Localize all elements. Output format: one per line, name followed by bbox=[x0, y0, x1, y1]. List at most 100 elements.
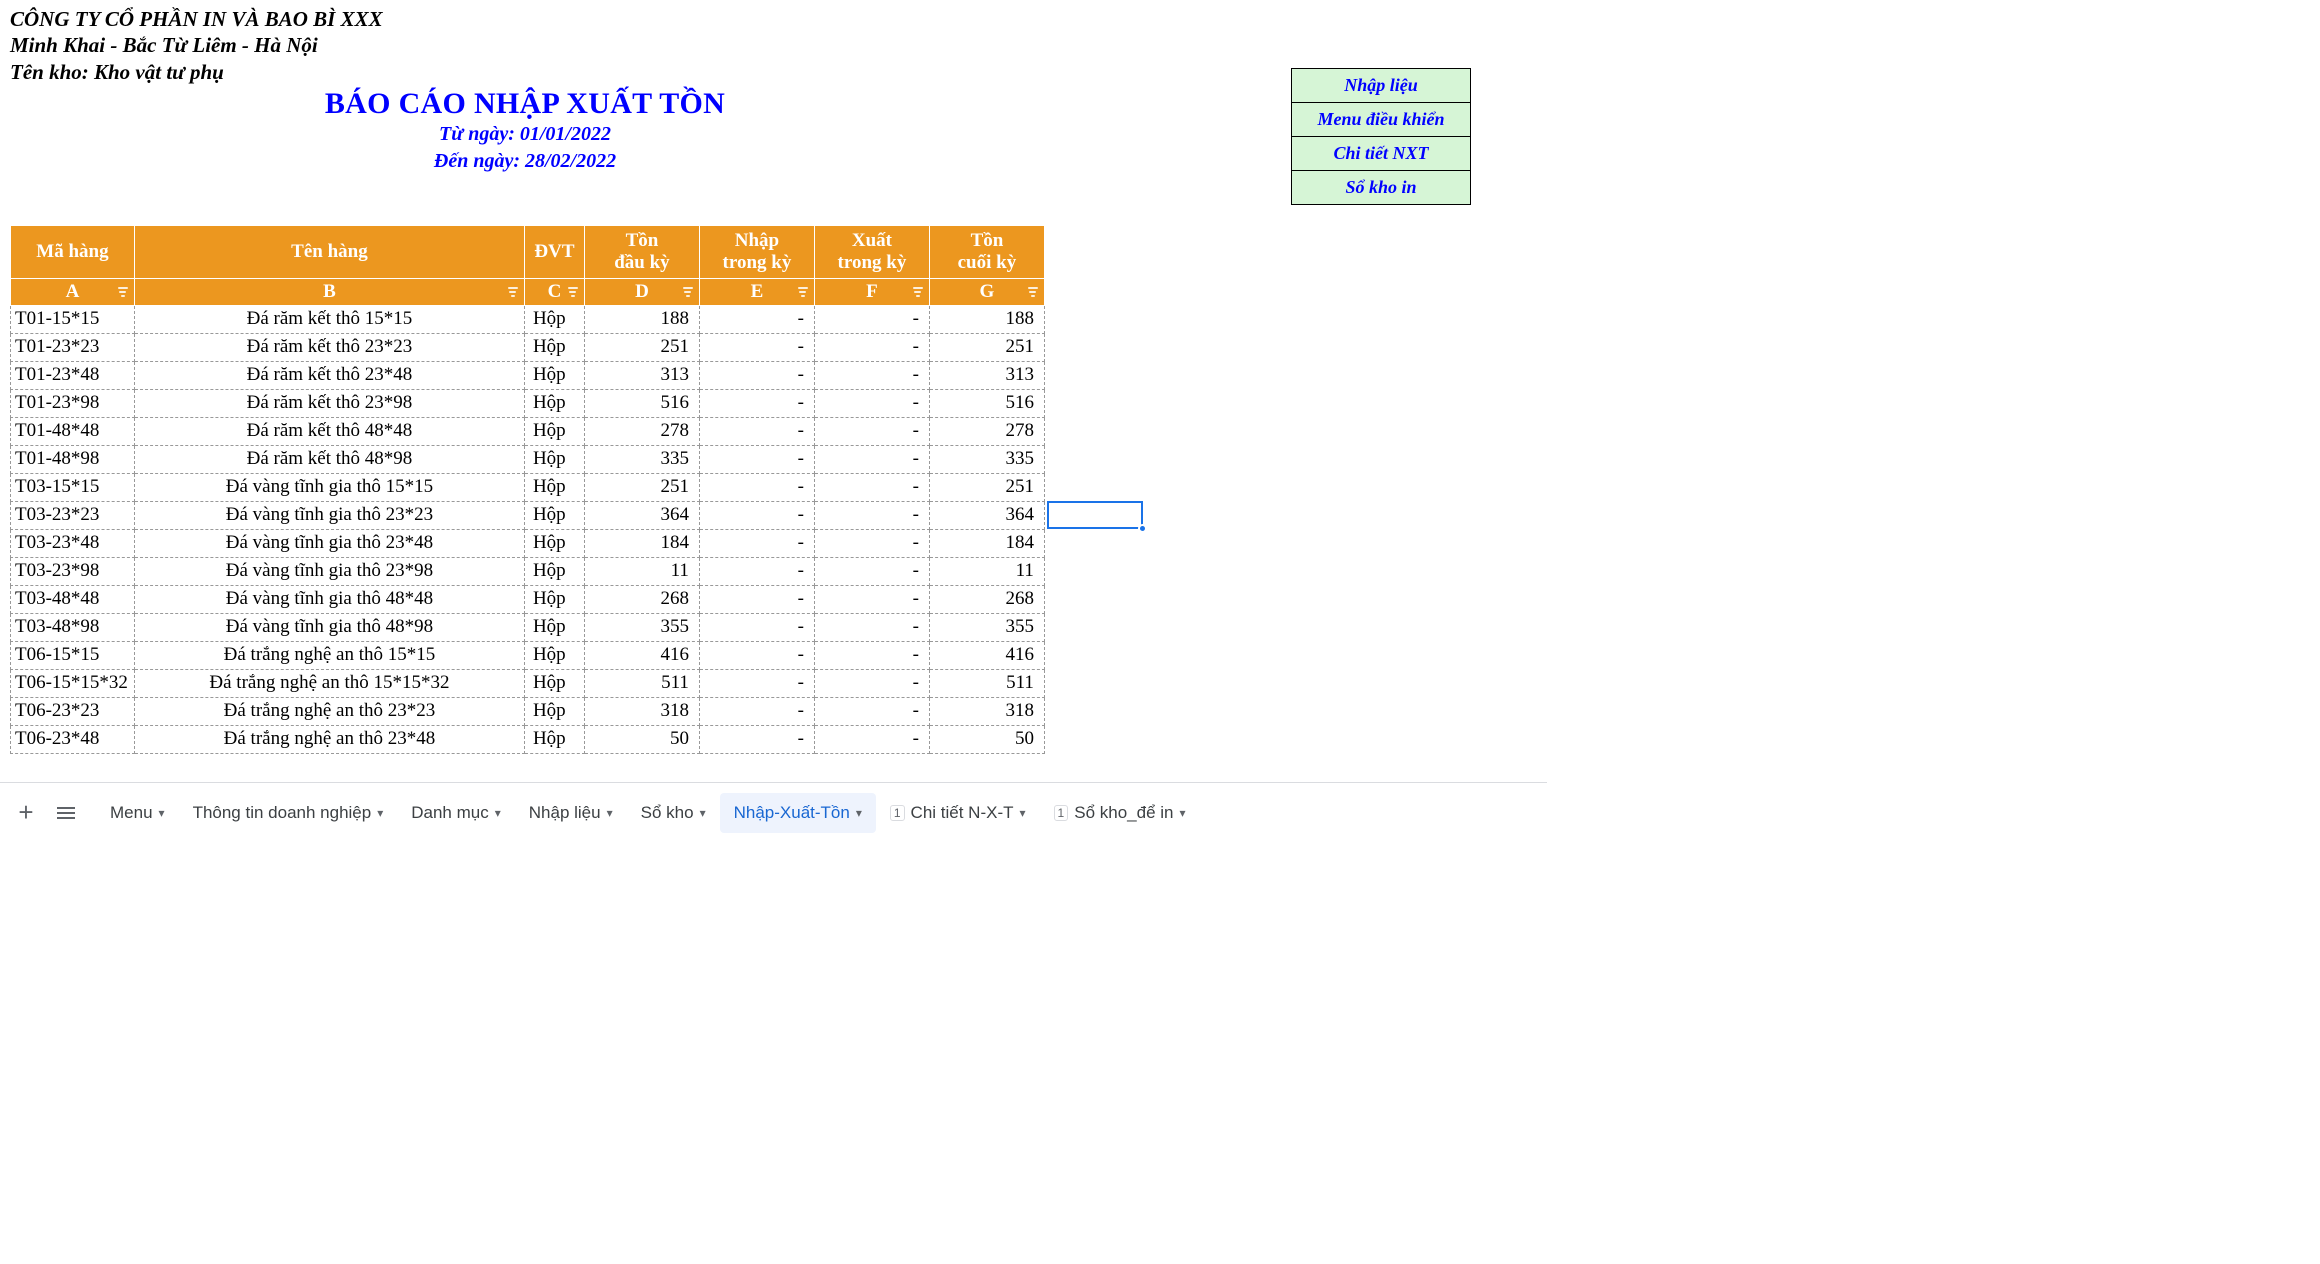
cell-close[interactable]: 318 bbox=[929, 697, 1044, 725]
cell-name[interactable]: Đá răm kết thô 23*23 bbox=[134, 333, 524, 361]
cell-name[interactable]: Đá vàng tĩnh gia thô 23*23 bbox=[134, 501, 524, 529]
filter-icon[interactable] bbox=[568, 287, 578, 297]
cell-name[interactable]: Đá trắng nghệ an thô 23*48 bbox=[134, 725, 524, 753]
table-row[interactable]: T03-48*48Đá vàng tĩnh gia thô 48*48Hộp 26… bbox=[11, 585, 1045, 613]
cell-close[interactable]: 364 bbox=[929, 501, 1044, 529]
cell-code[interactable]: T06-15*15*32 bbox=[11, 669, 135, 697]
cell-close[interactable]: 11 bbox=[929, 557, 1044, 585]
col-header-out[interactable]: Xuất trong kỳ bbox=[814, 226, 929, 279]
cell-out[interactable]: - bbox=[814, 585, 929, 613]
cell-name[interactable]: Đá răm kết thô 48*98 bbox=[134, 445, 524, 473]
sheet-tab[interactable]: Danh mục▾ bbox=[397, 793, 515, 833]
cell-code[interactable]: T01-23*48 bbox=[11, 361, 135, 389]
col-letter-a[interactable]: A bbox=[11, 278, 135, 305]
cell-unit[interactable]: Hộp bbox=[524, 697, 584, 725]
cell-in[interactable]: - bbox=[699, 417, 814, 445]
cell-unit[interactable]: Hộp bbox=[524, 613, 584, 641]
col-letter-e[interactable]: E bbox=[699, 278, 814, 305]
table-row[interactable]: T06-23*23Đá trắng nghệ an thô 23*23Hộp31… bbox=[11, 697, 1045, 725]
cell-code[interactable]: T01-48*98 bbox=[11, 445, 135, 473]
cell-open[interactable]: 313 bbox=[584, 361, 699, 389]
cell-unit[interactable]: Hộp bbox=[524, 669, 584, 697]
caret-down-icon[interactable]: ▾ bbox=[700, 806, 706, 820]
cell-open[interactable]: 318 bbox=[584, 697, 699, 725]
cell-out[interactable]: - bbox=[814, 333, 929, 361]
cell-out[interactable]: - bbox=[814, 529, 929, 557]
cell-in[interactable]: - bbox=[699, 333, 814, 361]
cell-out[interactable]: - bbox=[814, 389, 929, 417]
cell-out[interactable]: - bbox=[814, 445, 929, 473]
table-row[interactable]: T01-15*15Đá răm kết thô 15*15Hộp188--188 bbox=[11, 305, 1045, 333]
cell-code[interactable]: T01-15*15 bbox=[11, 305, 135, 333]
cell-name[interactable]: Đá vàng tĩnh gia thô 15*15 bbox=[134, 473, 524, 501]
all-sheets-button[interactable] bbox=[46, 793, 86, 833]
cell-name[interactable]: Đá trắng nghệ an thô 15*15 bbox=[134, 641, 524, 669]
cell-in[interactable]: - bbox=[699, 725, 814, 753]
cell-out[interactable]: - bbox=[814, 669, 929, 697]
cell-unit[interactable]: Hộp bbox=[524, 557, 584, 585]
cell-open[interactable]: 251 bbox=[584, 333, 699, 361]
table-row[interactable]: T01-48*48Đá răm kết thô 48*48Hộp278--278 bbox=[11, 417, 1045, 445]
cell-in[interactable]: - bbox=[699, 361, 814, 389]
table-row[interactable]: T06-15*15*32Đá trắng nghệ an thô 15*15*3… bbox=[11, 669, 1045, 697]
cell-close[interactable]: 278 bbox=[929, 417, 1044, 445]
col-letter-f[interactable]: F bbox=[814, 278, 929, 305]
cell-code[interactable]: T06-23*23 bbox=[11, 697, 135, 725]
cell-name[interactable]: Đá vàng tĩnh gia thô 23*98 bbox=[134, 557, 524, 585]
caret-down-icon[interactable]: ▾ bbox=[1179, 806, 1185, 820]
col-letter-c[interactable]: C bbox=[524, 278, 584, 305]
cell-name[interactable]: Đá răm kết thô 23*48 bbox=[134, 361, 524, 389]
cell-open[interactable]: 416 bbox=[584, 641, 699, 669]
cell-open[interactable]: 188 bbox=[584, 305, 699, 333]
table-row[interactable]: T03-23*48Đá vàng tĩnh gia thô 23*48Hộp 18… bbox=[11, 529, 1045, 557]
cell-close[interactable]: 355 bbox=[929, 613, 1044, 641]
cell-code[interactable]: T03-48*48 bbox=[11, 585, 135, 613]
cell-close[interactable]: 184 bbox=[929, 529, 1044, 557]
cell-name[interactable]: Đá vàng tĩnh gia thô 48*48 bbox=[134, 585, 524, 613]
cell-name[interactable]: Đá vàng tĩnh gia thô 23*48 bbox=[134, 529, 524, 557]
sheet-tab[interactable]: Nhập-Xuất-Tồn▾ bbox=[720, 793, 876, 833]
cell-open[interactable]: 355 bbox=[584, 613, 699, 641]
cell-in[interactable]: - bbox=[699, 305, 814, 333]
filter-icon[interactable] bbox=[798, 287, 808, 297]
cell-out[interactable]: - bbox=[814, 417, 929, 445]
cell-unit[interactable]: Hộp bbox=[524, 333, 584, 361]
cell-unit[interactable]: Hộp bbox=[524, 725, 584, 753]
cell-in[interactable]: - bbox=[699, 557, 814, 585]
cell-in[interactable]: - bbox=[699, 501, 814, 529]
sheet-tab[interactable]: 1Chi tiết N-X-T▾ bbox=[876, 793, 1040, 833]
cell-unit[interactable]: Hộp bbox=[524, 361, 584, 389]
table-row[interactable]: T06-15*15Đá trắng nghệ an thô 15*15Hộp41… bbox=[11, 641, 1045, 669]
cell-name[interactable]: Đá răm kết thô 48*48 bbox=[134, 417, 524, 445]
sheet-tab[interactable]: 1Sổ kho_để in▾ bbox=[1040, 793, 1200, 833]
cell-close[interactable]: 50 bbox=[929, 725, 1044, 753]
cell-unit[interactable]: Hộp bbox=[524, 585, 584, 613]
caret-down-icon[interactable]: ▾ bbox=[159, 806, 165, 820]
cell-code[interactable]: T03-23*48 bbox=[11, 529, 135, 557]
sheet-tab[interactable]: Nhập liệu▾ bbox=[515, 793, 627, 833]
cell-close[interactable]: 268 bbox=[929, 585, 1044, 613]
cell-out[interactable]: - bbox=[814, 697, 929, 725]
cell-code[interactable]: T03-48*98 bbox=[11, 613, 135, 641]
table-row[interactable]: T01-48*98Đá răm kết thô 48*98Hộp335--335 bbox=[11, 445, 1045, 473]
cell-out[interactable]: - bbox=[814, 725, 929, 753]
col-letter-b[interactable]: B bbox=[134, 278, 524, 305]
cell-code[interactable]: T01-48*48 bbox=[11, 417, 135, 445]
cell-close[interactable]: 313 bbox=[929, 361, 1044, 389]
cell-close[interactable]: 251 bbox=[929, 473, 1044, 501]
filter-icon[interactable] bbox=[1028, 287, 1038, 297]
cell-in[interactable]: - bbox=[699, 585, 814, 613]
filter-icon[interactable] bbox=[683, 287, 693, 297]
cell-open[interactable]: 335 bbox=[584, 445, 699, 473]
sheet-tab[interactable]: Sổ kho▾ bbox=[627, 793, 720, 833]
cell-open[interactable]: 516 bbox=[584, 389, 699, 417]
cell-code[interactable]: T01-23*23 bbox=[11, 333, 135, 361]
col-letter-d[interactable]: D bbox=[584, 278, 699, 305]
table-row[interactable]: T01-23*98Đá răm kết thô 23*98Hộp516--516 bbox=[11, 389, 1045, 417]
filter-icon[interactable] bbox=[508, 287, 518, 297]
cell-unit[interactable]: Hộp bbox=[524, 473, 584, 501]
cell-close[interactable]: 416 bbox=[929, 641, 1044, 669]
cell-code[interactable]: T03-23*23 bbox=[11, 501, 135, 529]
cell-name[interactable]: Đá trắng nghệ an thô 15*15*32 bbox=[134, 669, 524, 697]
cell-unit[interactable]: Hộp bbox=[524, 529, 584, 557]
